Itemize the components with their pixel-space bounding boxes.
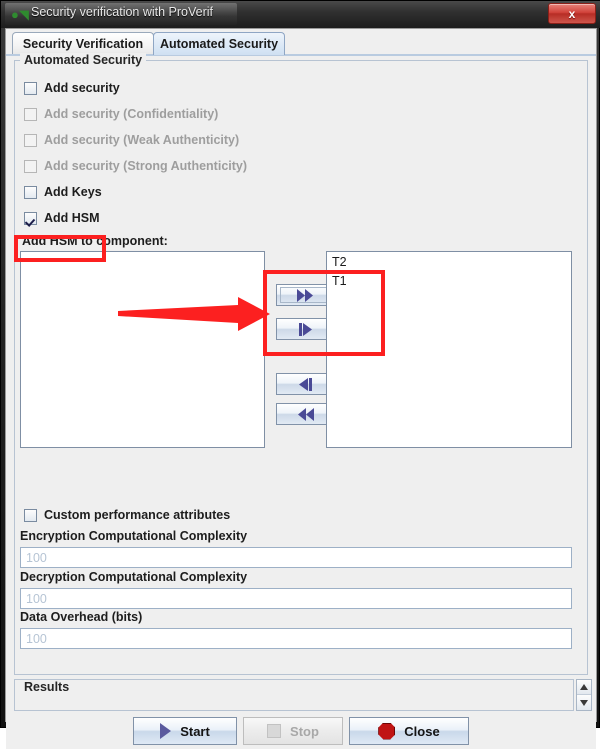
- checkbox-label-add-security-strong-authenticity: Add security (Strong Authenticity): [44, 159, 248, 173]
- stop-button: Stop: [243, 717, 343, 745]
- list-item[interactable]: T1: [327, 271, 571, 290]
- single-right-arrow-icon: [298, 322, 312, 336]
- client-area: Security Verification Automated Security…: [5, 28, 597, 749]
- checkbox-row-add-security-strong-authenticity: Add security (Strong Authenticity): [24, 158, 247, 174]
- checkbox-row-add-security[interactable]: Add security: [24, 80, 120, 96]
- double-right-arrow-icon: [296, 288, 313, 302]
- checkbox-add-security-weak-authenticity: [24, 133, 37, 147]
- title-bar: ●◥ Security verification with ProVerif x: [1, 1, 600, 28]
- selected-components-list[interactable]: T2 T1: [326, 251, 572, 448]
- window-close-button[interactable]: x: [548, 3, 596, 24]
- input-data-overhead-bits[interactable]: 100: [20, 628, 572, 649]
- close-button-label: Close: [404, 723, 440, 739]
- checkbox-label-add-security-confidentiality: Add security (Confidentiality): [44, 107, 219, 121]
- scroll-up-icon[interactable]: [577, 680, 591, 695]
- checkbox-custom-performance-attributes[interactable]: [24, 508, 37, 522]
- play-icon: [160, 723, 172, 739]
- label-encryption-computational-complexity: Encryption Computational Complexity: [20, 529, 248, 543]
- checkbox-row-add-security-confidentiality: Add security (Confidentiality): [24, 106, 218, 122]
- automated-security-legend: Automated Security: [20, 53, 147, 67]
- available-components-list[interactable]: [20, 251, 265, 448]
- results-group: [14, 679, 574, 711]
- close-button[interactable]: Close: [349, 717, 469, 745]
- label-data-overhead-bits: Data Overhead (bits): [20, 610, 143, 624]
- stop-button-label: Stop: [290, 723, 319, 739]
- results-scrollbar[interactable]: [576, 679, 592, 711]
- results-legend: Results: [20, 680, 74, 694]
- checkbox-add-hsm[interactable]: [24, 211, 37, 225]
- start-button[interactable]: Start: [133, 717, 237, 745]
- checkbox-row-add-security-weak-authenticity: Add security (Weak Authenticity): [24, 132, 239, 148]
- turtle-icon: ●◥: [11, 7, 29, 22]
- stop-octagon-icon: [378, 722, 396, 740]
- tab-security-verification[interactable]: Security Verification: [12, 32, 154, 55]
- checkbox-label-add-hsm: Add HSM: [44, 211, 100, 225]
- checkbox-row-add-keys[interactable]: Add Keys: [24, 184, 102, 200]
- input-decryption-computational-complexity[interactable]: 100: [20, 588, 572, 609]
- label-decryption-computational-complexity: Decryption Computational Complexity: [20, 570, 248, 584]
- start-button-label: Start: [180, 723, 210, 739]
- checkbox-label-add-keys: Add Keys: [44, 185, 102, 199]
- tab-strip: Security Verification Automated Security: [6, 29, 596, 56]
- checkbox-label-add-security: Add security: [44, 81, 120, 95]
- list-item[interactable]: T2: [327, 252, 571, 271]
- window-title: Security verification with ProVerif: [31, 5, 214, 19]
- tab-automated-security[interactable]: Automated Security: [153, 32, 285, 55]
- checkbox-label-add-security-weak-authenticity: Add security (Weak Authenticity): [44, 133, 240, 147]
- checkbox-label-custom-performance-attributes: Custom performance attributes: [44, 508, 231, 522]
- input-encryption-computational-complexity[interactable]: 100: [20, 547, 572, 568]
- scroll-down-icon[interactable]: [577, 695, 591, 710]
- checkbox-row-add-hsm[interactable]: Add HSM: [24, 210, 100, 226]
- double-left-arrow-icon: [297, 407, 314, 421]
- checkbox-add-security-confidentiality: [24, 107, 37, 121]
- checkbox-add-security[interactable]: [24, 81, 37, 95]
- checkbox-row-custom-performance-attributes[interactable]: Custom performance attributes: [24, 507, 230, 523]
- checkbox-add-security-strong-authenticity: [24, 159, 37, 173]
- checkbox-add-keys[interactable]: [24, 185, 37, 199]
- application-window: ●◥ Security verification with ProVerif x…: [0, 0, 600, 749]
- button-bar: Start Stop Close: [6, 713, 596, 749]
- stop-square-icon: [267, 724, 282, 738]
- add-hsm-to-component-label: Add HSM to component:: [22, 234, 168, 248]
- single-left-arrow-icon: [298, 377, 312, 391]
